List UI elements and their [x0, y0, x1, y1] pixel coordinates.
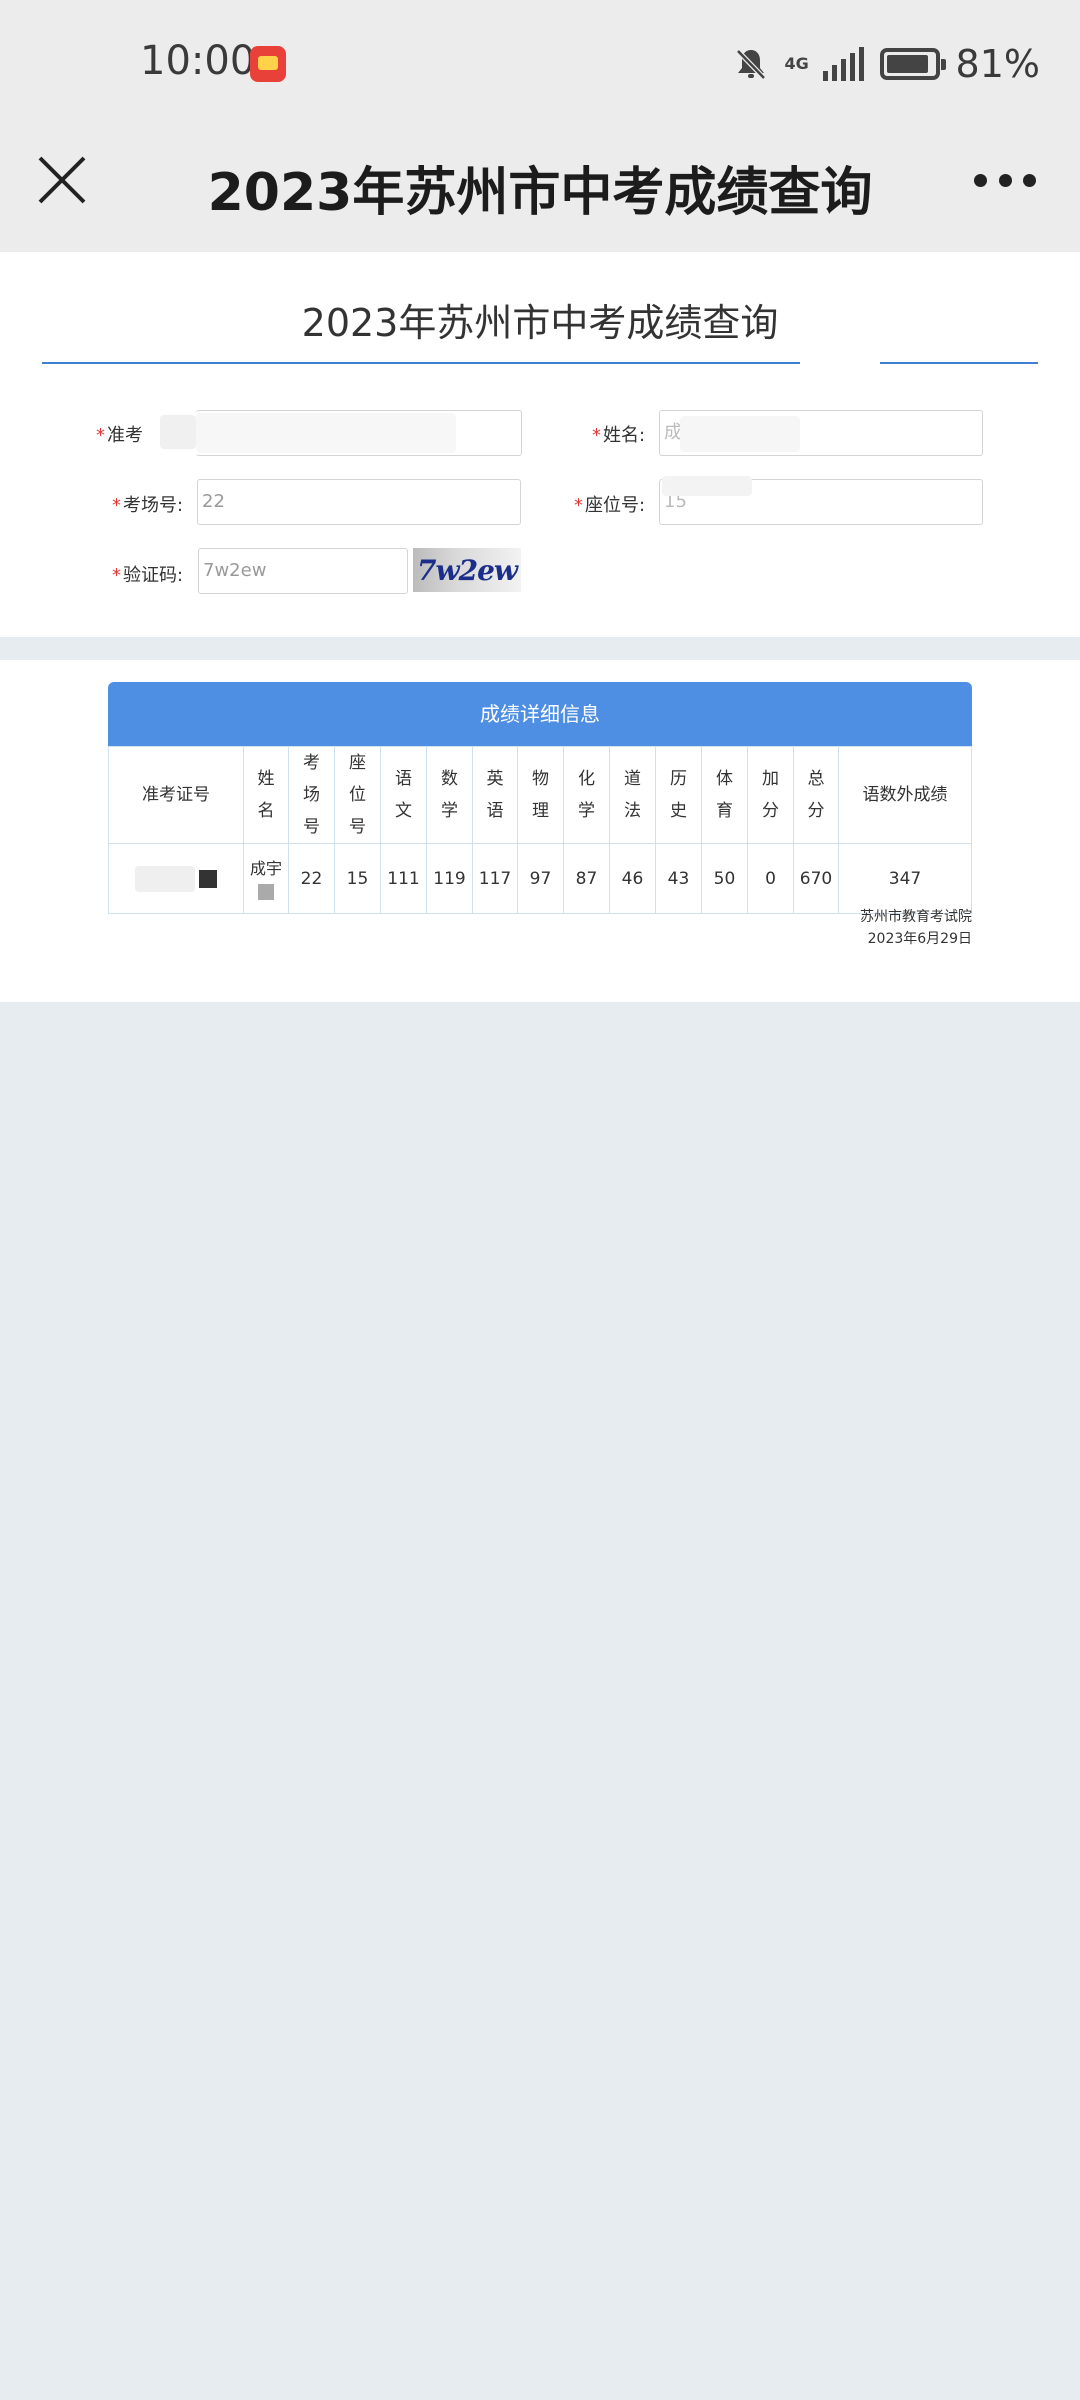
- column-header-label: 体育: [716, 769, 733, 821]
- column-header-label: 考场号: [303, 753, 320, 837]
- redacted-area: [135, 865, 195, 892]
- column-header-label: 座位号: [349, 753, 366, 837]
- redacted-area: [196, 413, 456, 453]
- room-cell: 22: [288, 843, 335, 914]
- ticket-label-text: 准考: [107, 425, 143, 446]
- result-header: 成绩详细信息: [108, 682, 972, 746]
- column-header-label: 道法: [624, 769, 641, 821]
- captcha-image[interactable]: 7w2ew: [413, 548, 521, 592]
- column-header-label: 语数外成绩: [862, 785, 948, 805]
- total-score: 670: [793, 843, 839, 914]
- seat-label-text: 座位号:: [585, 495, 646, 516]
- table-row: 成宇 22 15 111 119 117 97 87 46 43 50 0 67…: [108, 843, 972, 914]
- bonus-score: 0: [747, 843, 794, 914]
- column-header: 物理: [517, 746, 564, 844]
- name-label-text: 姓名:: [603, 425, 646, 446]
- redacted-area: [199, 869, 217, 888]
- captcha-image-text: 7w2ew: [417, 553, 518, 587]
- signal-icon: [822, 47, 864, 81]
- room-value: 22: [202, 491, 225, 512]
- status-icons: 4G 81%: [733, 42, 1040, 86]
- column-header: 数学: [426, 746, 473, 844]
- column-header: 历史: [655, 746, 702, 844]
- bell-muted-icon: [733, 46, 769, 82]
- redacted-area: [680, 416, 800, 452]
- room-label-text: 考场号:: [123, 495, 184, 516]
- name-label: * 姓名:: [592, 425, 646, 446]
- history-score: 43: [655, 843, 702, 914]
- physics-score: 97: [517, 843, 564, 914]
- english-score: 117: [472, 843, 518, 914]
- column-header-label: 总分: [807, 769, 825, 821]
- more-icon-dot: [1023, 173, 1036, 187]
- morality-law-score: 46: [609, 843, 656, 914]
- column-header: 化学: [563, 746, 610, 844]
- column-header: 考场号: [288, 746, 335, 844]
- table-header-row: 准考证号 姓名 考场号 座位号 语文 数学 英语 物理 化学 道法 历史 体育 …: [108, 746, 972, 844]
- column-header-label: 物理: [532, 769, 549, 821]
- column-header: 体育: [701, 746, 748, 844]
- name-cell: 成宇: [243, 843, 289, 914]
- chinese-score: 111: [380, 843, 427, 914]
- column-header: 准考证号: [108, 746, 244, 844]
- issue-date: 2023年6月29日: [867, 931, 972, 947]
- captcha-label: * 验证码:: [112, 565, 184, 586]
- network-label: 4G: [784, 54, 809, 73]
- room-label: * 考场号:: [112, 495, 184, 516]
- title-underline: [42, 362, 1038, 364]
- column-header-label: 英语: [486, 769, 504, 821]
- score-table: 准考证号 姓名 考场号 座位号 语文 数学 英语 物理 化学 道法 历史 体育 …: [108, 746, 972, 914]
- pe-score: 50: [701, 843, 748, 914]
- column-header: 总分: [793, 746, 839, 844]
- column-header-label: 语文: [395, 769, 412, 821]
- column-header: 加分: [747, 746, 794, 844]
- battery-level: 81%: [955, 42, 1040, 86]
- status-bar: 10:00 4G 81%: [0, 0, 1080, 130]
- column-header-label: 准考证号: [142, 785, 210, 805]
- column-header-label: 加分: [762, 769, 779, 821]
- nav-bar: 2023年苏州市中考成绩查询: [0, 130, 1080, 252]
- redacted-area: [160, 415, 196, 449]
- issuer: 苏州市教育考试院: [860, 909, 972, 925]
- redacted-area: [258, 883, 274, 900]
- name-cell-text: 成宇: [249, 858, 282, 878]
- ticket-label: * 准考: [96, 425, 143, 446]
- seat-cell: 15: [334, 843, 381, 914]
- captcha-label-text: 验证码:: [123, 565, 184, 586]
- cme-total-score: 347: [838, 843, 972, 914]
- more-button[interactable]: [974, 170, 1036, 190]
- more-icon: [974, 173, 987, 187]
- column-header: 道法: [609, 746, 656, 844]
- chemistry-score: 87: [563, 843, 610, 914]
- page-title: 2023年苏州市中考成绩查询: [207, 163, 873, 223]
- column-header: 语数外成绩: [838, 746, 972, 844]
- captcha-value: 7w2ew: [203, 560, 267, 581]
- room-field[interactable]: 22: [197, 479, 521, 525]
- seat-label: * 座位号:: [574, 495, 646, 516]
- underline-gap: [800, 358, 880, 368]
- column-header: 语文: [380, 746, 427, 844]
- redacted-area: [662, 476, 752, 496]
- form-title: 2023年苏州市中考成绩查询: [301, 301, 779, 345]
- column-header: 英语: [472, 746, 518, 844]
- math-score: 119: [426, 843, 473, 914]
- ticket-number-cell: [108, 843, 244, 914]
- more-icon-dot: [998, 173, 1012, 187]
- column-header: 姓名: [243, 746, 289, 844]
- column-header-label: 数学: [441, 769, 458, 821]
- battery-icon: [879, 48, 946, 80]
- status-time: 10:00: [140, 38, 256, 84]
- column-header-label: 姓名: [257, 769, 275, 821]
- app-notification-icon: [250, 46, 286, 82]
- column-header-label: 历史: [670, 769, 687, 821]
- column-header: 座位号: [334, 746, 381, 844]
- column-header-label: 化学: [578, 769, 595, 821]
- captcha-field[interactable]: 7w2ew: [198, 548, 408, 594]
